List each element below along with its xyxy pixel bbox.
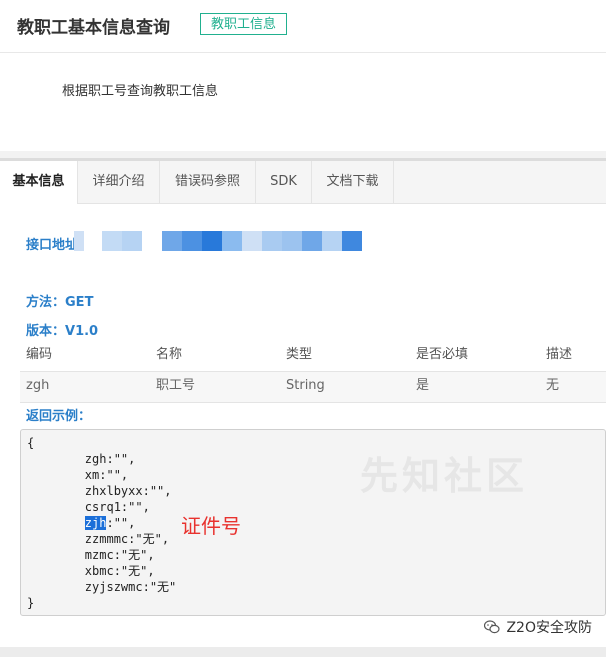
- tab-error-codes[interactable]: 错误码参照: [160, 161, 256, 203]
- version-label: 版本：: [26, 324, 66, 339]
- selected-text[interactable]: zjh: [84, 516, 107, 530]
- wechat-icon: [484, 620, 501, 634]
- category-badge[interactable]: 教职工信息: [200, 13, 288, 35]
- tab-downloads[interactable]: 文档下载: [312, 161, 394, 203]
- method-row: 方法：GET: [26, 291, 93, 310]
- column-header: 描述: [546, 347, 573, 362]
- example-label: 返回示例：: [26, 409, 92, 424]
- column-header: 是否必填: [416, 347, 469, 362]
- column-header: 名称: [156, 347, 183, 362]
- table-row: zgh 职工号 String 是 无: [20, 371, 606, 403]
- column-header: 编码: [26, 347, 53, 362]
- code-line: zhxlbyxx:"",: [27, 484, 172, 498]
- brand-mark: Z2O安全攻防: [484, 617, 592, 637]
- code-line: zzmmmc:"无",: [27, 532, 170, 546]
- api-address-label: 接口地址: [26, 238, 79, 253]
- table-cell: String: [286, 378, 325, 393]
- annotation-text: 证件号: [181, 514, 241, 538]
- tab-details[interactable]: 详细介绍: [78, 161, 160, 203]
- params-header: 编码 名称 类型 是否必填 描述: [20, 341, 606, 369]
- tab-basic-info[interactable]: 基本信息: [0, 161, 78, 204]
- watermark: 先知社区: [360, 454, 529, 498]
- bottom-bar: [0, 647, 606, 657]
- page-header: 教职工基本信息查询 教职工信息: [0, 0, 606, 53]
- code-line: zyjszwmc:"无": [27, 580, 177, 594]
- version-value: V1.0: [65, 324, 99, 339]
- version-row: 版本：V1.0: [26, 320, 98, 339]
- description-panel: 根据职工号查询教职工信息: [0, 53, 606, 151]
- tab-bar: 基本信息 详细介绍 错误码参照 SDK 文档下载: [0, 161, 606, 204]
- brand-label: Z2O安全攻防: [506, 620, 592, 636]
- column-header: 类型: [286, 347, 313, 362]
- tab-sdk[interactable]: SDK: [256, 161, 312, 203]
- table-cell: 职工号: [156, 378, 196, 393]
- code-line: csrq1:"",: [27, 500, 150, 514]
- doc-panel: 基本信息 详细介绍 错误码参照 SDK 文档下载 接口地址 方法：GET 版本：…: [0, 158, 606, 650]
- code-line-highlighted: zjh:"",: [27, 516, 135, 531]
- code-line: zgh:"",: [27, 452, 136, 466]
- table-cell: zgh: [26, 378, 50, 393]
- code-fragment: :"",: [106, 516, 136, 530]
- api-description: 根据职工号查询教职工信息: [62, 84, 219, 99]
- method-label: 方法：: [26, 295, 66, 310]
- code-line: xm:"",: [27, 468, 129, 482]
- code-line: {: [27, 436, 35, 450]
- code-line: mzmc:"无",: [27, 548, 155, 562]
- code-line: xbmc:"无",: [27, 564, 155, 578]
- page-title: 教职工基本信息查询: [17, 18, 170, 38]
- table-cell: 无: [546, 378, 560, 393]
- code-line: }: [27, 596, 35, 610]
- table-cell: 是: [416, 378, 430, 393]
- method-value: GET: [65, 295, 94, 310]
